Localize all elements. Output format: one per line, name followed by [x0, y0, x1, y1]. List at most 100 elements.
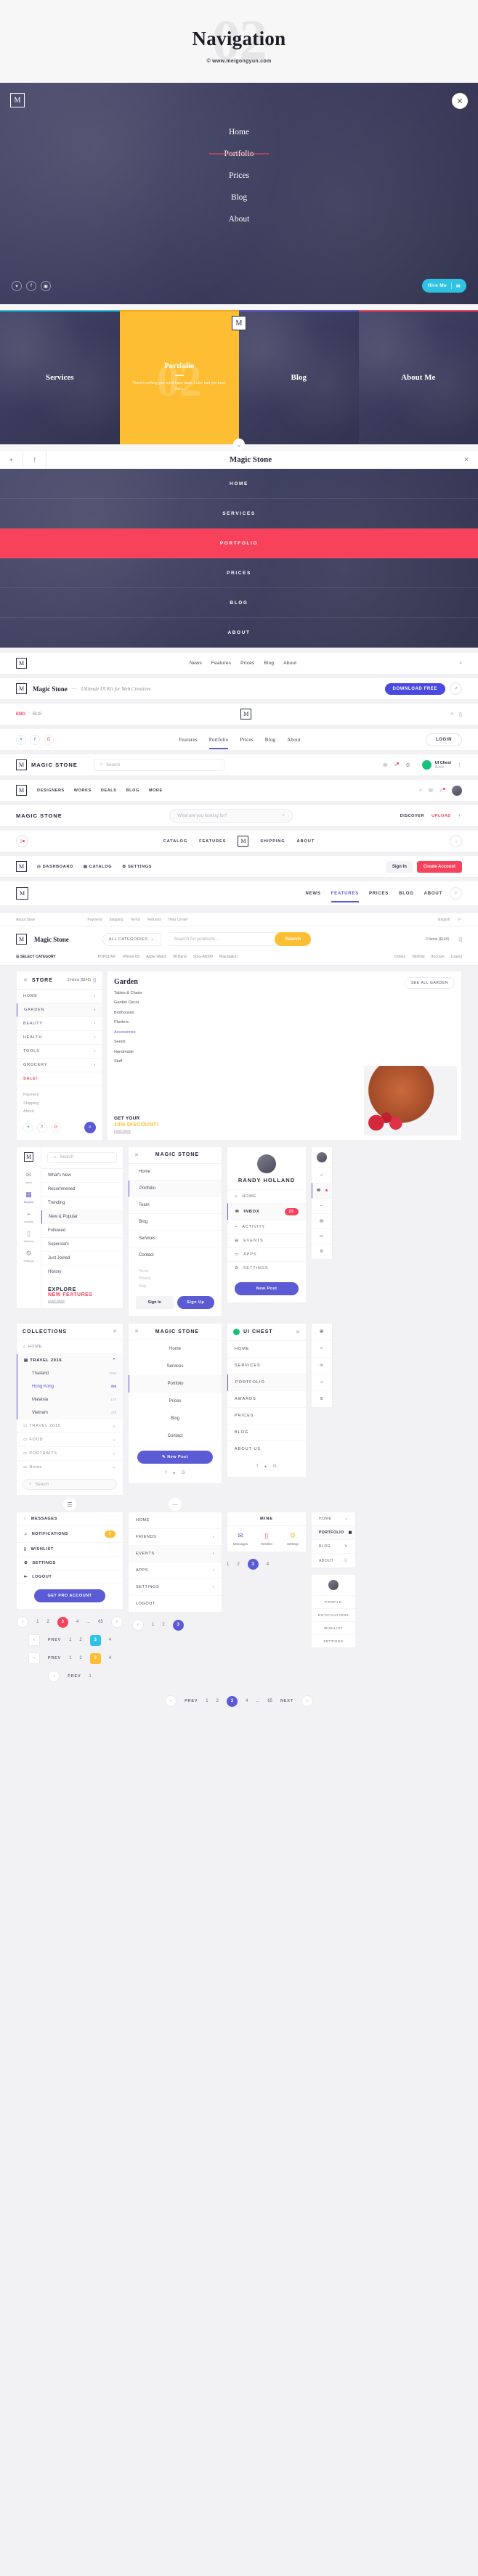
- page-1[interactable]: 1: [152, 1623, 154, 1627]
- popular-item[interactable]: iPhone 6S: [123, 955, 139, 959]
- magic-footer-privacy[interactable]: Privacy: [139, 1275, 211, 1283]
- sign-up-button[interactable]: Sign Up: [177, 1296, 214, 1310]
- sign-in-button[interactable]: Sign In: [385, 860, 413, 873]
- search-input[interactable]: ⌕ Search: [93, 759, 224, 771]
- close-icon[interactable]: ✕: [452, 93, 468, 109]
- nav-link-about[interactable]: ABOUT: [297, 839, 315, 844]
- column-portfolio[interactable]: 02 Portfolio There's nothing you could h…: [119, 310, 239, 444]
- more-icon-trigger[interactable]: ⋯: [168, 1497, 182, 1512]
- store-link-refunds[interactable]: Refunds: [147, 918, 161, 922]
- nav-link-prices[interactable]: Prices: [240, 737, 253, 743]
- search-button[interactable]: Search: [275, 932, 312, 946]
- column-about[interactable]: About Me: [358, 310, 478, 444]
- stack-item-active[interactable]: PORTFOLIO: [0, 529, 478, 558]
- dropdown2-item-home[interactable]: HOME: [129, 1512, 222, 1530]
- category-select[interactable]: ALL CATEGORIES ⌄: [102, 932, 161, 946]
- hire-me-button[interactable]: Hire Me ✉: [421, 279, 466, 293]
- magic2-item[interactable]: Contact: [129, 1427, 222, 1445]
- activity-icon[interactable]: ⌁: [394, 762, 400, 768]
- hero-logo[interactable]: M: [10, 93, 25, 107]
- store-link-help[interactable]: Help Center: [169, 918, 188, 922]
- collection-child-active[interactable]: Hong Kong 205: [17, 1380, 123, 1393]
- dropdown2-item-events-active[interactable]: EVENTS ›: [129, 1546, 222, 1563]
- rail-item-explore[interactable]: ▦ Explore: [24, 1191, 34, 1204]
- dropdown-item-wishlist[interactable]: ▯ WISHLIST: [17, 1542, 123, 1556]
- rail-item-inbox[interactable]: ✉ Inbox: [25, 1171, 33, 1184]
- page-2[interactable]: 2: [237, 1562, 239, 1567]
- page-1[interactable]: 1: [227, 1562, 229, 1567]
- prev-label[interactable]: PREV: [48, 1656, 61, 1660]
- stack-item[interactable]: SERVICES: [0, 499, 478, 529]
- store-link-terms[interactable]: Terms: [131, 918, 141, 922]
- login-button[interactable]: LOGIN: [426, 733, 463, 746]
- collection-group[interactable]: ▭ TRAVEL 2015 ⌄: [17, 1419, 123, 1434]
- subcat-item-active[interactable]: Accessories: [114, 1028, 142, 1038]
- hero-menu-item[interactable]: About: [0, 215, 478, 224]
- logo-m-icon[interactable]: M: [238, 836, 249, 847]
- account-avatar[interactable]: [421, 760, 432, 770]
- sidebar-cart[interactable]: 3 Items ($145): [68, 978, 91, 982]
- dropdown2-item-logout[interactable]: LOGOUT: [129, 1596, 222, 1612]
- d5-profile[interactable]: PROFILE: [312, 1595, 355, 1608]
- prev-page-button[interactable]: ‹: [132, 1619, 144, 1631]
- explore-search-input[interactable]: ⌕ Search: [47, 1152, 117, 1163]
- magic-footer-terms[interactable]: Terms: [139, 1268, 211, 1276]
- sign-in-button[interactable]: Sign In: [136, 1296, 174, 1310]
- close-icon[interactable]: ✕: [455, 456, 478, 464]
- page-3-active[interactable]: 3: [247, 1559, 259, 1570]
- hero-menu-item[interactable]: Home: [0, 128, 478, 136]
- nav-link-discover[interactable]: DISCOVER: [400, 814, 425, 818]
- page-4[interactable]: 4: [246, 1699, 248, 1703]
- profile-item-activity[interactable]: ⌁ ACTIVITY: [227, 1219, 306, 1234]
- twitter-icon[interactable]: ✦: [12, 281, 22, 291]
- ui-chest-item[interactable]: SERVICES: [227, 1358, 306, 1375]
- page-2[interactable]: 2: [79, 1638, 81, 1642]
- rail-inbox-active[interactable]: ✉: [312, 1182, 332, 1198]
- mine-settings[interactable]: ⚙ Settings: [280, 1526, 306, 1552]
- account-link-account[interactable]: Account: [432, 955, 445, 959]
- search-input[interactable]: What are you looking for? ⌕: [169, 809, 293, 823]
- prev-page-button[interactable]: ‹: [17, 1616, 29, 1629]
- d4-blog[interactable]: BLOG ✎: [312, 1539, 355, 1553]
- logo-m-icon[interactable]: M: [24, 1152, 33, 1162]
- rail-item-wishlist[interactable]: ▯ Wishlist: [24, 1230, 34, 1243]
- subcat-item[interactable]: Garden Decor: [114, 998, 142, 1008]
- logo-m-icon[interactable]: M: [16, 658, 27, 669]
- magic-footer-help[interactable]: Help: [139, 1283, 211, 1291]
- nav-link-portfolio-active[interactable]: Portfolio: [208, 737, 229, 749]
- gear-icon[interactable]: ⚙: [405, 762, 410, 768]
- hero-menu-item[interactable]: Blog: [0, 193, 478, 202]
- profile-item-apps[interactable]: ▭ APPS: [227, 1247, 306, 1261]
- nav-link-features[interactable]: Features: [211, 661, 231, 666]
- store-category-beauty[interactable]: BEAUTY ›: [17, 1017, 102, 1031]
- nav-link-blog[interactable]: Blog: [265, 737, 275, 743]
- subcat-item[interactable]: Planters: [114, 1018, 142, 1027]
- dropdown2-item-settings[interactable]: SETTINGS ›: [129, 1579, 222, 1597]
- page-4[interactable]: 4: [76, 1620, 78, 1624]
- search-icon[interactable]: ⌕: [450, 712, 453, 717]
- cart-summary[interactable]: 3 Items ($145): [426, 937, 449, 942]
- mine-messages[interactable]: ✉ Messages: [227, 1526, 254, 1552]
- lang-eng[interactable]: ENG: [16, 712, 25, 717]
- prev-label[interactable]: PREV: [68, 1674, 81, 1679]
- d4-portfolio-active[interactable]: PORTFOLIO ▦: [312, 1525, 355, 1540]
- google-plus-icon[interactable]: G: [273, 1464, 277, 1470]
- page-1[interactable]: 1: [206, 1699, 208, 1703]
- prev-page-button[interactable]: ‹: [28, 1634, 40, 1647]
- new-post-button[interactable]: ✎ New Post: [137, 1451, 213, 1464]
- page-2[interactable]: 2: [162, 1623, 164, 1627]
- twitter-icon[interactable]: ✦: [23, 1122, 33, 1133]
- rail2-settings[interactable]: ⚙: [312, 1390, 332, 1407]
- hero-menu-item-active[interactable]: Portfolio: [0, 150, 478, 158]
- next-label[interactable]: NEXT: [280, 1699, 293, 1703]
- stack-item[interactable]: ABOUT: [0, 618, 478, 648]
- nav-link-catalog[interactable]: ▤ CATALOG: [84, 865, 112, 869]
- nav-link-blog[interactable]: BLOG: [399, 892, 414, 896]
- store-category-health[interactable]: HEALTH ›: [17, 1031, 102, 1045]
- close-icon[interactable]: ✕: [23, 977, 28, 983]
- nav-link-prices[interactable]: PRICES: [369, 892, 389, 896]
- nav-link-designers[interactable]: DESIGNERS: [37, 788, 65, 793]
- dropdown2-item-apps[interactable]: APPS ›: [129, 1562, 222, 1580]
- prev-page-button[interactable]: ‹: [48, 1671, 60, 1683]
- store-category-tools[interactable]: TOOLS ›: [17, 1045, 102, 1059]
